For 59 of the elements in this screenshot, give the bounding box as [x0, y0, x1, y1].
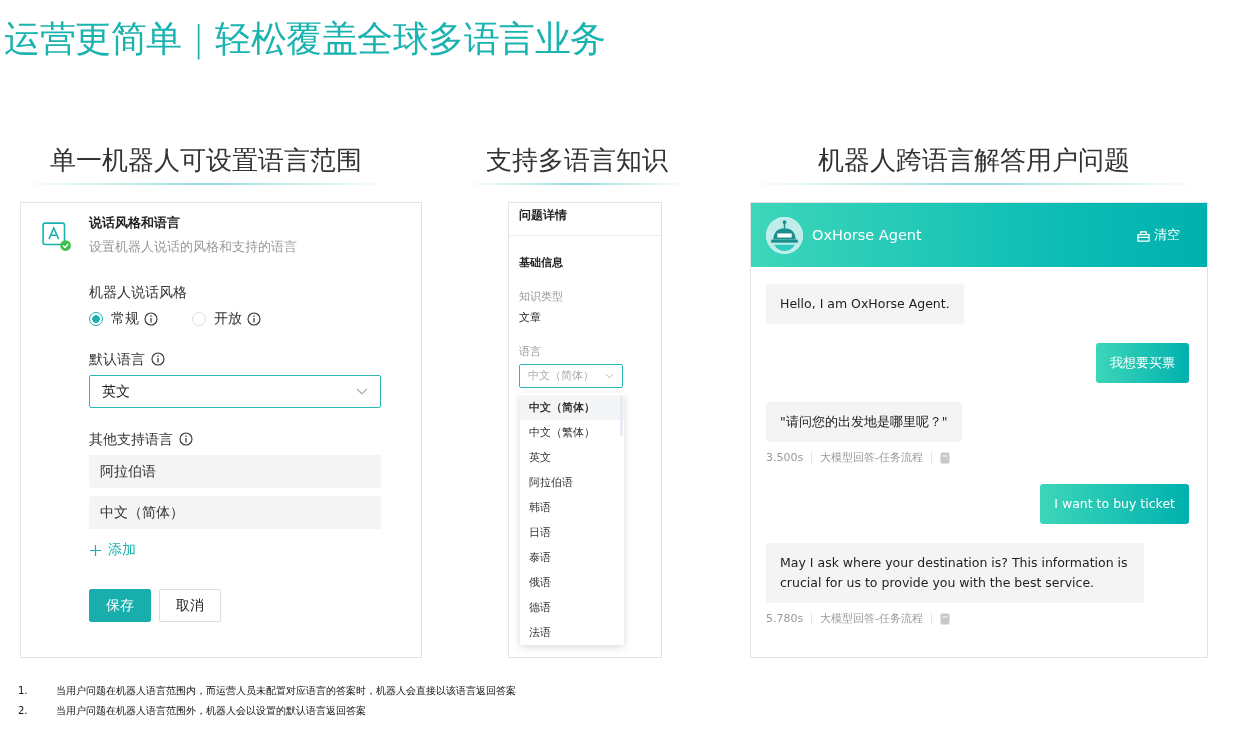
- field-value: 文章: [519, 310, 541, 325]
- language-select[interactable]: 英文: [89, 375, 381, 408]
- panel-subtitle: 设置机器人说话的风格和支持的语言: [89, 239, 297, 255]
- plus-icon: [89, 543, 102, 557]
- document-icon: [940, 451, 951, 464]
- panel-title: 问题详情: [509, 203, 661, 236]
- answer-source: 大模型回答-任务流程: [820, 450, 924, 465]
- section-title: 基础信息: [519, 255, 563, 270]
- radio-label: 开放: [214, 310, 242, 328]
- radio-button[interactable]: [89, 312, 103, 326]
- info-icon: [179, 432, 193, 446]
- cancel-button[interactable]: 取消: [159, 589, 221, 622]
- dropdown-option[interactable]: 中文（简体）: [520, 395, 624, 420]
- section-heading: 机器人跨语言解答用户问题: [818, 144, 1130, 177]
- select-placeholder: 中文（简体）: [528, 369, 594, 383]
- field-label: 其他支持语言: [89, 430, 173, 448]
- dropdown-option[interactable]: 德语: [520, 595, 624, 620]
- language-item: 中文（简体）: [89, 496, 381, 529]
- footnote-number: 2.: [18, 704, 29, 718]
- dropdown-option[interactable]: 法语: [520, 620, 624, 645]
- field-label: 知识类型: [519, 289, 563, 304]
- field-label: 默认语言: [89, 350, 145, 368]
- section-heading: 单一机器人可设置语言范围: [50, 144, 362, 177]
- bot-message: Hello, I am OxHorse Agent.: [766, 284, 964, 324]
- user-message: I want to buy ticket: [1040, 484, 1189, 524]
- field-label: 机器人说话风格: [89, 283, 187, 301]
- dropdown-option[interactable]: 日语: [520, 520, 624, 545]
- user-message: 我想要买票: [1096, 343, 1189, 383]
- info-icon: [247, 312, 261, 326]
- panel-title: 说话风格和语言: [89, 215, 180, 231]
- response-time: 3.500s: [766, 451, 804, 464]
- page-title: 运营更简单 | 轻松覆盖全球多语言业务: [3, 17, 607, 62]
- dropdown-option[interactable]: 中文（繁体）: [520, 420, 624, 445]
- footnote-text: 当用户问题在机器人语言范围内，而运营人员未配置对应语言的答案时，机器人会直接以该语言返回答案: [56, 684, 516, 698]
- footnote-number: 1.: [18, 684, 29, 698]
- dropdown-option[interactable]: 韩语: [520, 495, 624, 520]
- chevron-down-icon: [356, 388, 368, 395]
- footnote-text: 当用户问题在机器人语言范围外，机器人会以设置的默认语言返回答案: [56, 704, 366, 718]
- answer-source: 大模型回答-任务流程: [820, 611, 924, 626]
- dropdown-option[interactable]: 俄语: [520, 570, 624, 595]
- field-label: 语言: [519, 344, 541, 359]
- info-icon: [144, 312, 158, 326]
- bot-message: May I ask where your destination is? This information is crucial for us to provide you with the best service.: [766, 543, 1144, 603]
- info-icon: [151, 352, 165, 366]
- basket-icon: [1137, 228, 1150, 242]
- language-item: 阿拉伯语: [89, 455, 381, 488]
- agent-name: OxHorse Agent: [812, 227, 923, 243]
- select-value: 英文: [102, 382, 130, 401]
- document-icon: [940, 612, 951, 625]
- dropdown-option[interactable]: 泰语: [520, 545, 624, 570]
- response-time: 5.780s: [766, 612, 804, 625]
- section-heading: 支持多语言知识: [486, 144, 668, 177]
- language-settings-icon: [42, 222, 72, 252]
- dropdown-option[interactable]: 阿拉伯语: [520, 470, 624, 495]
- robot-avatar-icon: [766, 216, 803, 254]
- radio-label: 常规: [111, 310, 139, 328]
- bot-message: "请问您的出发地是哪里呢？": [766, 402, 962, 442]
- chevron-down-icon: [605, 373, 614, 379]
- dropdown-option[interactable]: 英文: [520, 445, 624, 470]
